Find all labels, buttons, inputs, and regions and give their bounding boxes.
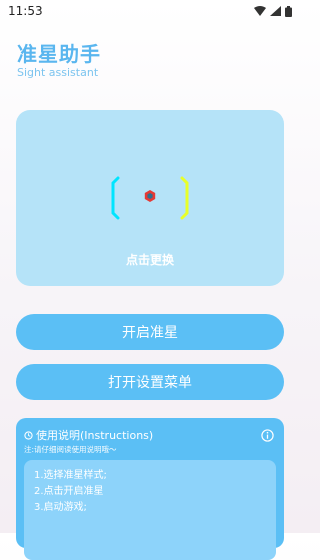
info-icon[interactable] (261, 429, 274, 442)
crosshair-preview-card[interactable]: 点击更换 (16, 110, 284, 286)
clock-icon (24, 430, 33, 440)
status-time: 11:53 (8, 4, 43, 18)
open-settings-menu-button[interactable]: 打开设置菜单 (16, 364, 284, 400)
crosshair-right-bracket (180, 176, 189, 220)
app-subtitle: Sight assistant (17, 66, 99, 79)
wifi-icon (254, 6, 266, 16)
instructions-header: 使用说明(Instructions) (24, 427, 153, 443)
crosshair-left-bracket (111, 176, 120, 220)
instructions-note: 注:请仔细阅读使用说明哦～ (24, 445, 117, 454)
enable-crosshair-button[interactable]: 开启准星 (16, 314, 284, 350)
instructions-card: 使用说明(Instructions) 注:请仔细阅读使用说明哦～ 1.选择准星样… (16, 418, 284, 560)
instruction-step: 1.选择准星样式; (34, 470, 107, 481)
crosshair-center-dot (144, 190, 156, 202)
signal-icon (270, 6, 281, 16)
change-crosshair-label: 点击更换 (125, 253, 174, 267)
instructions-title: 使用说明(Instructions) (36, 429, 154, 442)
instructions-steps: 1.选择准星样式; 2.点击开启准星 3.启动游戏; (24, 460, 276, 560)
instruction-step: 2.点击开启准星 (34, 486, 104, 497)
battery-icon (285, 5, 292, 17)
instruction-step: 3.启动游戏; (34, 502, 87, 513)
status-icons (254, 5, 292, 17)
app-title: 准星助手 (17, 42, 101, 66)
status-bar: 11:53 (0, 0, 300, 22)
